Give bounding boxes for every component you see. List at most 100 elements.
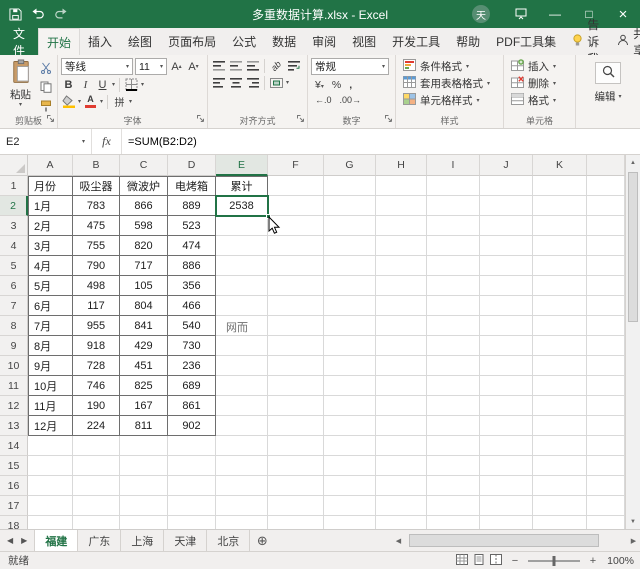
cell-H12[interactable] [376,396,427,416]
align-center-icon[interactable] [228,75,243,90]
cell-D5[interactable]: 886 [168,256,216,276]
row-header-15[interactable]: 15 [0,456,28,476]
cell-K2[interactable] [533,196,587,216]
cell-filler[interactable] [587,516,625,529]
row-header-14[interactable]: 14 [0,436,28,456]
cell-A10[interactable]: 9月 [28,356,73,376]
cell-B4[interactable]: 755 [73,236,120,256]
wrap-text-icon[interactable] [286,58,301,73]
cell-B11[interactable]: 746 [73,376,120,396]
cell-J8[interactable] [480,316,533,336]
cell-C7[interactable]: 804 [120,296,168,316]
cell-G11[interactable] [324,376,376,396]
italic-button[interactable]: I [78,77,93,92]
cell-B12[interactable]: 190 [73,396,120,416]
zoom-slider[interactable] [528,555,580,566]
cell-A14[interactable] [28,436,73,456]
cell-K5[interactable] [533,256,587,276]
scroll-right-icon[interactable]: ▶ [627,537,640,545]
cell-A8[interactable]: 7月 [28,316,73,336]
cell-C3[interactable]: 598 [120,216,168,236]
cell-filler[interactable] [587,316,625,336]
cell-J11[interactable] [480,376,533,396]
borders-icon[interactable] [124,77,139,92]
cell-F11[interactable] [268,376,324,396]
cell-F14[interactable] [268,436,324,456]
cell-A2[interactable]: 1月 [28,196,73,216]
cell-I6[interactable] [427,276,480,296]
row-header-10[interactable]: 10 [0,356,28,376]
cell-C15[interactable] [120,456,168,476]
ribbon-tab-数据[interactable]: 数据 [264,28,304,55]
scroll-left-icon[interactable]: ◀ [392,537,405,545]
cell-E11[interactable] [216,376,268,396]
redo-icon[interactable] [54,8,68,20]
cell-B2[interactable]: 783 [73,196,120,216]
merge-center-icon[interactable] [269,75,284,90]
cell-I3[interactable] [427,216,480,236]
ribbon-display-options-icon[interactable] [504,0,538,28]
select-all-corner[interactable] [0,155,28,176]
cell-C11[interactable]: 825 [120,376,168,396]
ribbon-tab-插入[interactable]: 插入 [80,28,120,55]
cell-J15[interactable] [480,456,533,476]
cell-A17[interactable] [28,496,73,516]
cell-J6[interactable] [480,276,533,296]
row-header-4[interactable]: 4 [0,236,28,256]
cell-G18[interactable] [324,516,376,529]
file-tab[interactable]: 文件 [0,27,39,58]
column-header-B[interactable]: B [73,155,120,176]
zoom-level[interactable]: 100% [606,555,634,567]
cell-D16[interactable] [168,476,216,496]
cell-A16[interactable] [28,476,73,496]
increase-decimal-icon[interactable]: ←.0 [315,95,332,105]
cell-I2[interactable] [427,196,480,216]
format-cells-button[interactable]: 格式 ▾ [507,92,572,109]
cell-K1[interactable] [533,176,587,196]
vertical-scrollbar-thumb[interactable] [628,172,638,322]
column-header-K[interactable]: K [533,155,587,176]
scroll-down-icon[interactable]: ▼ [626,514,640,529]
align-bottom-icon[interactable] [245,58,260,73]
cell-K10[interactable] [533,356,587,376]
cell-E18[interactable] [216,516,268,529]
zoom-in-button[interactable]: + [587,555,599,567]
cell-E17[interactable] [216,496,268,516]
minimize-button[interactable]: — [538,0,572,28]
cell-C10[interactable]: 451 [120,356,168,376]
cell-C16[interactable] [120,476,168,496]
cell-filler[interactable] [587,196,625,216]
cell-F5[interactable] [268,256,324,276]
cell-F9[interactable] [268,336,324,356]
ribbon-tab-公式[interactable]: 公式 [224,28,264,55]
cut-icon[interactable] [40,62,52,77]
cell-G12[interactable] [324,396,376,416]
grow-font-icon[interactable]: A ▴ [169,59,184,74]
cell-A6[interactable]: 5月 [28,276,73,296]
column-header-I[interactable]: I [427,155,480,176]
cell-B18[interactable] [73,516,120,529]
cell-E12[interactable] [216,396,268,416]
cell-E10[interactable] [216,356,268,376]
cell-C8[interactable]: 841 [120,316,168,336]
cell-D8[interactable]: 540 [168,316,216,336]
cell-B9[interactable]: 918 [73,336,120,356]
cell-filler[interactable] [587,356,625,376]
delete-cells-button[interactable]: 删除 ▾ [507,75,572,92]
ribbon-tab-开发工具[interactable]: 开发工具 [384,28,448,55]
cell-I7[interactable] [427,296,480,316]
cell-H18[interactable] [376,516,427,529]
cell-I18[interactable] [427,516,480,529]
cell-J13[interactable] [480,416,533,436]
cell-filler[interactable] [587,496,625,516]
cell-J2[interactable] [480,196,533,216]
row-header-16[interactable]: 16 [0,476,28,496]
editing-menu-button[interactable]: 编辑 ▾ [594,89,621,104]
cell-styles-button[interactable]: 单元格样式 ▾ [399,92,500,109]
cell-B3[interactable]: 475 [73,216,120,236]
cell-G8[interactable] [324,316,376,336]
cell-D18[interactable] [168,516,216,529]
cell-G15[interactable] [324,456,376,476]
horizontal-scrollbar-thumb[interactable] [409,534,599,547]
cell-J7[interactable] [480,296,533,316]
